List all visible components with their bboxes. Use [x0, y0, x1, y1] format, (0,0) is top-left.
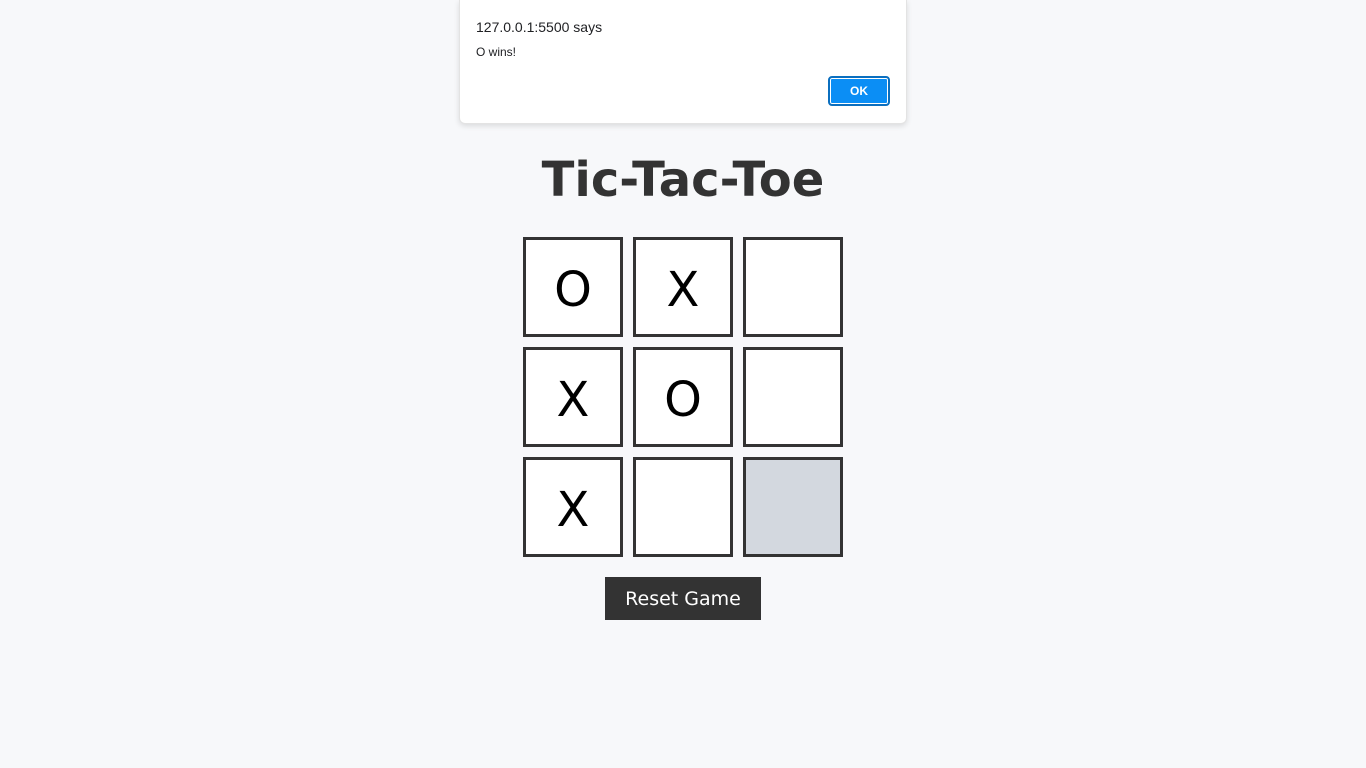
- alert-dialog: 127.0.0.1:5500 says O wins! OK: [459, 0, 907, 124]
- reset-game-button[interactable]: Reset Game: [605, 577, 761, 620]
- board-cell-3[interactable]: [743, 237, 843, 337]
- board-cell-7[interactable]: X: [523, 457, 623, 557]
- board-cell-2[interactable]: X: [633, 237, 733, 337]
- board-cell-9[interactable]: [743, 457, 843, 557]
- page-title: Tic-Tac-Toe: [541, 152, 825, 208]
- game-board: O X X O X: [523, 237, 843, 557]
- board-cell-5[interactable]: O: [633, 347, 733, 447]
- alert-message: O wins!: [476, 45, 517, 59]
- alert-ok-button[interactable]: OK: [828, 76, 890, 106]
- alert-origin: 127.0.0.1:5500 says: [476, 19, 603, 35]
- board-cell-8[interactable]: [633, 457, 733, 557]
- board-cell-4[interactable]: X: [523, 347, 623, 447]
- board-cell-1[interactable]: O: [523, 237, 623, 337]
- page: 127.0.0.1:5500 says O wins! OK Tic-Tac-T…: [0, 0, 1366, 768]
- board-cell-6[interactable]: [743, 347, 843, 447]
